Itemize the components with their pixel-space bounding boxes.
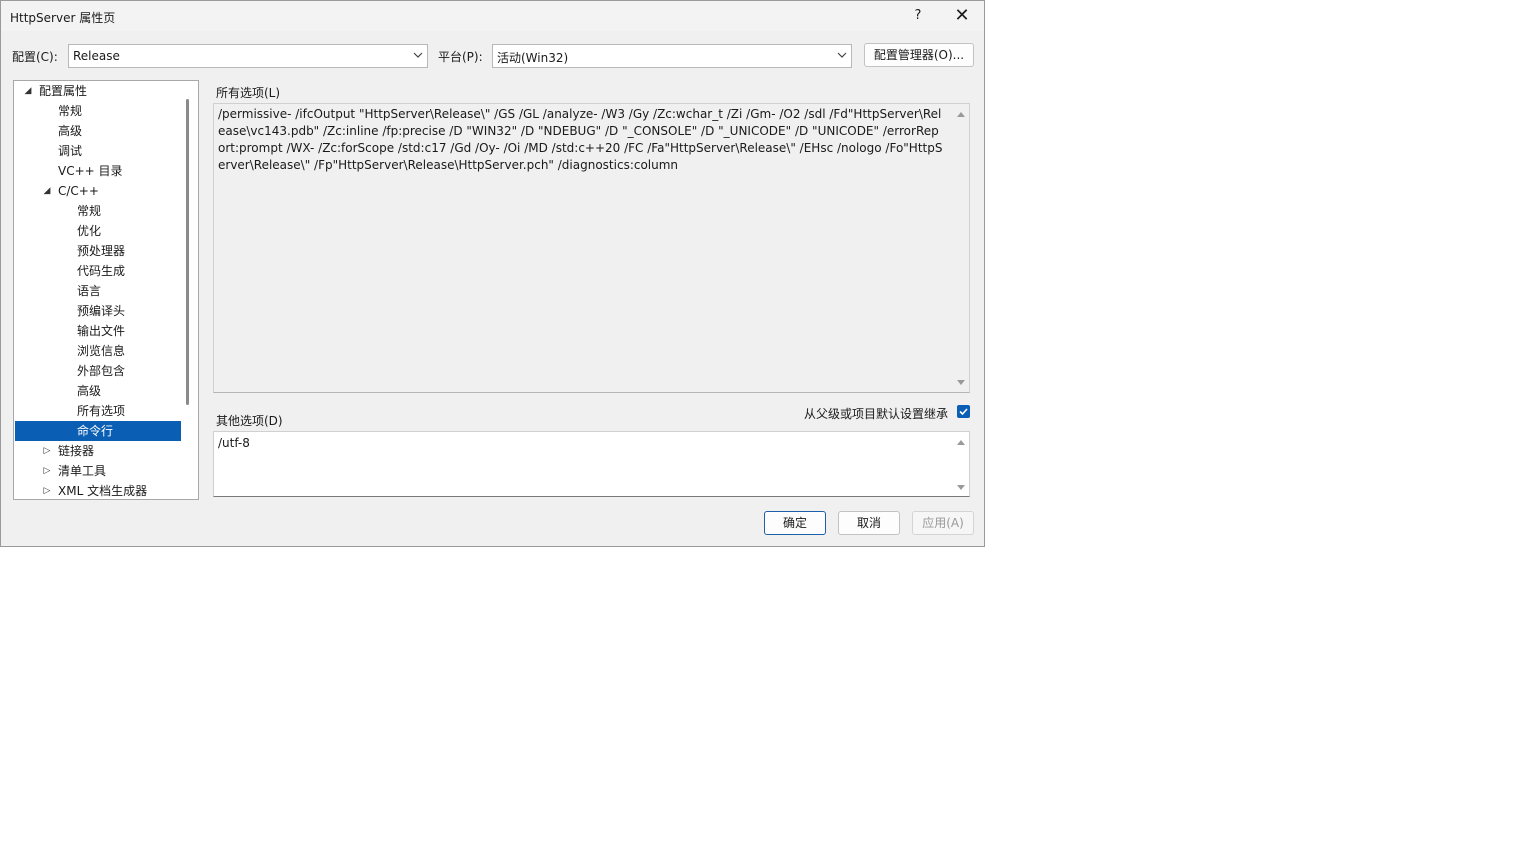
- tree-item[interactable]: 预编译头: [15, 301, 181, 321]
- tree-item-label: 外部包含: [77, 364, 126, 378]
- collapse-icon[interactable]: ◢: [42, 181, 52, 201]
- tree-item-label: 高级: [58, 124, 83, 138]
- ok-button[interactable]: 确定: [764, 511, 826, 535]
- all-options-textbox[interactable]: /permissive- /ifcOutput "HttpServer\Rele…: [213, 103, 970, 393]
- tree-item[interactable]: 语言: [15, 281, 181, 301]
- tree-item[interactable]: 优化: [15, 221, 181, 241]
- close-button[interactable]: ✕: [951, 5, 973, 27]
- tree-item-label: 调试: [58, 144, 83, 158]
- tree-item-label: XML 文档生成器: [58, 484, 148, 498]
- config-manager-button[interactable]: 配置管理器(O)...: [864, 43, 974, 67]
- tree-item-label: 命令行: [77, 424, 114, 438]
- other-options-input[interactable]: /utf-8: [213, 431, 970, 497]
- tree-item[interactable]: 高级: [15, 121, 181, 141]
- tree-item-label: 高级: [77, 384, 102, 398]
- platform-value: 活动(Win32): [497, 51, 569, 65]
- expand-icon[interactable]: ▷: [42, 441, 52, 461]
- all-options-scrollbar[interactable]: [953, 104, 969, 392]
- tree-item-label: VC++ 目录: [58, 164, 123, 178]
- scroll-up-icon[interactable]: [956, 437, 966, 447]
- tree-item-label: 链接器: [58, 444, 95, 458]
- tree-item[interactable]: 外部包含: [15, 361, 181, 381]
- tree-item[interactable]: 代码生成: [15, 261, 181, 281]
- property-tree: ◢ 配置属性 常规 高级 调试 VC++ 目录 ◢ C/C++ 常规 优化 预处理器 代码生成 语言 预编…: [13, 80, 199, 500]
- platform-combo[interactable]: 活动(Win32): [492, 44, 852, 68]
- config-value: Release: [73, 49, 120, 63]
- tree-item[interactable]: 调试: [15, 141, 181, 161]
- tree-item-label: 预编译头: [77, 304, 126, 318]
- window-title: HttpServer 属性页: [10, 11, 116, 25]
- tree-item-label: 所有选项: [77, 404, 126, 418]
- scroll-up-icon[interactable]: [956, 109, 966, 119]
- tree-item[interactable]: 浏览信息: [15, 341, 181, 361]
- tree-item-label: 浏览信息: [77, 344, 126, 358]
- cancel-button[interactable]: 取消: [838, 511, 900, 535]
- other-options-value: /utf-8: [218, 436, 250, 450]
- apply-button[interactable]: 应用(A): [912, 511, 974, 535]
- other-options-label: 其他选项(D): [216, 414, 283, 428]
- tree-item-label: 预处理器: [77, 244, 126, 258]
- tree-item[interactable]: 预处理器: [15, 241, 181, 261]
- tree-item[interactable]: ▷ XML 文档生成器: [15, 481, 181, 499]
- collapse-icon[interactable]: ◢: [23, 81, 33, 101]
- all-options-label: 所有选项(L): [216, 86, 281, 100]
- inherit-checkbox[interactable]: [957, 405, 970, 418]
- property-pages-dialog: HttpServer 属性页 ? ✕ 配置(C): Release 平台(P):…: [0, 0, 985, 547]
- tree-item-label: C/C++: [58, 184, 99, 198]
- checkmark-icon: [959, 408, 968, 416]
- tree-item-label: 常规: [77, 204, 102, 218]
- tree-item[interactable]: 输出文件: [15, 321, 181, 341]
- tree-item[interactable]: 常规: [15, 101, 181, 121]
- tree-item-label: 清单工具: [58, 464, 107, 478]
- config-label: 配置(C):: [12, 50, 58, 64]
- chevron-down-icon: [413, 52, 423, 58]
- tree-item[interactable]: ◢ 配置属性: [15, 81, 181, 101]
- other-options-scrollbar[interactable]: [953, 432, 969, 496]
- chevron-down-icon: [837, 52, 847, 58]
- tree-item-label: 语言: [77, 284, 102, 298]
- all-options-text: /permissive- /ifcOutput "HttpServer\Rele…: [218, 107, 943, 172]
- title-bar: HttpServer 属性页 ? ✕: [1, 1, 984, 31]
- tree-item[interactable]: 命令行: [15, 421, 181, 441]
- tree-item-label: 常规: [58, 104, 83, 118]
- tree-item[interactable]: 高级: [15, 381, 181, 401]
- platform-label: 平台(P):: [438, 50, 483, 64]
- tree-item-label: 优化: [77, 224, 102, 238]
- tree-item-label: 代码生成: [77, 264, 126, 278]
- scroll-down-icon[interactable]: [956, 378, 966, 388]
- scroll-down-icon[interactable]: [956, 483, 966, 493]
- tree-item[interactable]: ◢ C/C++: [15, 181, 181, 201]
- tree-scrollbar[interactable]: [186, 99, 189, 405]
- tree-item[interactable]: VC++ 目录: [15, 161, 181, 181]
- tree-item[interactable]: 常规: [15, 201, 181, 221]
- tree-item[interactable]: 所有选项: [15, 401, 181, 421]
- expand-icon[interactable]: ▷: [42, 481, 52, 499]
- config-combo[interactable]: Release: [68, 44, 428, 68]
- tree-item-label: 配置属性: [39, 84, 88, 98]
- tree-item-label: 输出文件: [77, 324, 126, 338]
- tree-item[interactable]: ▷ 链接器: [15, 441, 181, 461]
- tree-item[interactable]: ▷ 清单工具: [15, 461, 181, 481]
- inherit-label: 从父级或项目默认设置继承: [804, 407, 949, 421]
- expand-icon[interactable]: ▷: [42, 461, 52, 481]
- help-button[interactable]: ?: [907, 5, 929, 27]
